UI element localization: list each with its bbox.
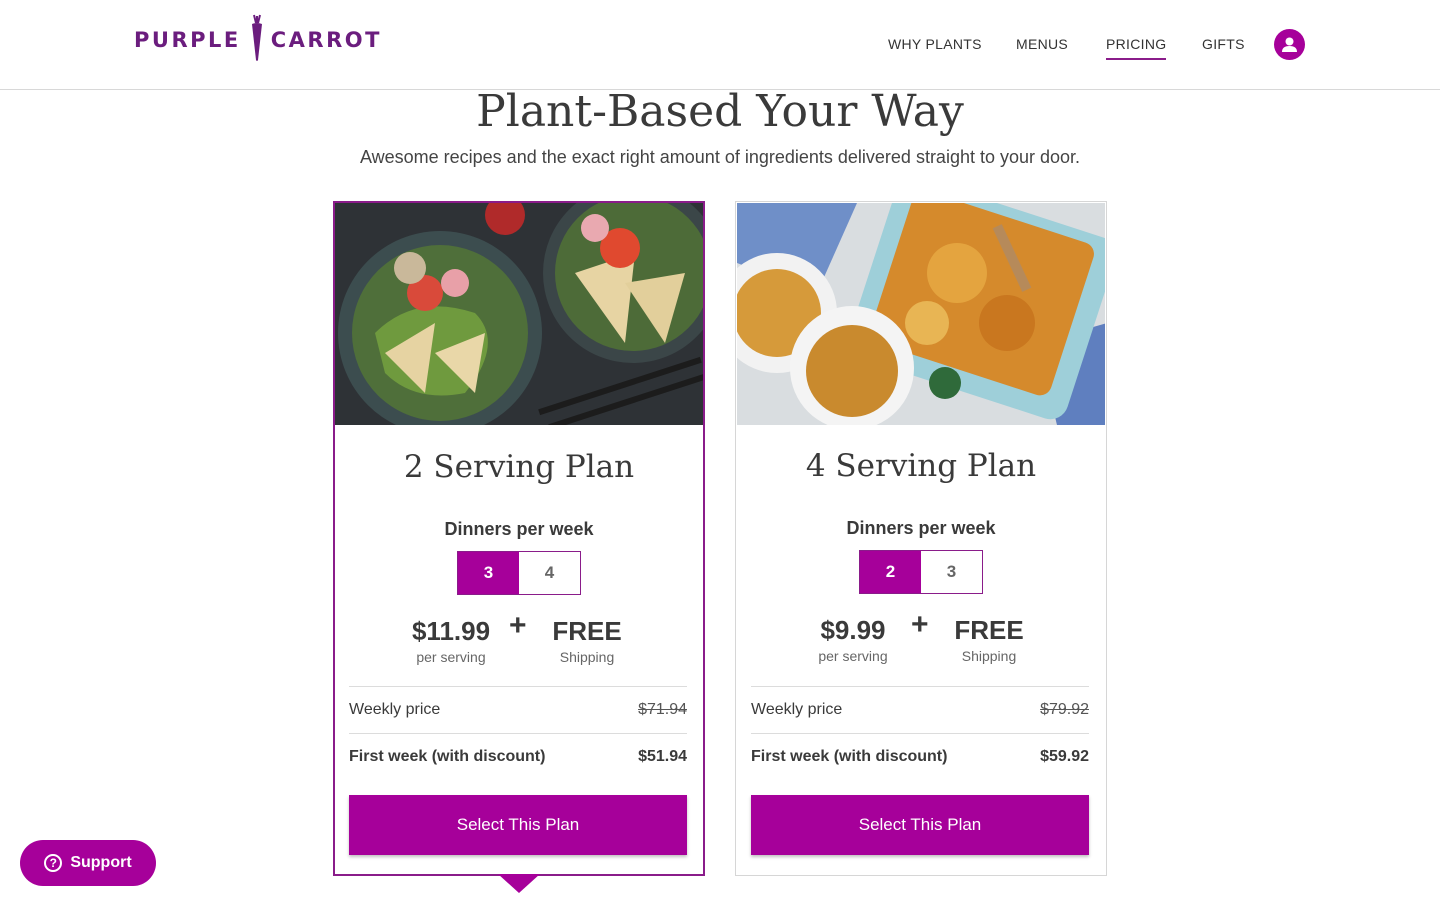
dinners-per-week-label: Dinners per week [846, 518, 996, 538]
plus-sign: + [509, 609, 527, 642]
page-title: Plant-Based Your Way [476, 86, 964, 137]
plan-title: 2 Serving Plan [403, 449, 635, 485]
dinners-option-3[interactable]: 3 [458, 552, 519, 594]
weekly-price-label: Weekly price [751, 701, 843, 718]
dinners-toggle: 2 3 [859, 550, 983, 594]
dinners-toggle: 3 4 [457, 551, 581, 595]
weekly-price-value: $79.92 [1040, 701, 1089, 718]
plan-title: 4 Serving Plan [805, 448, 1037, 484]
first-week-label: First week (with discount) [751, 748, 948, 765]
shipping-label: Shipping [961, 648, 1017, 664]
dinners-option-4[interactable]: 4 [519, 552, 580, 594]
weekly-price-row: Weekly price $79.92 [751, 686, 1089, 733]
nav-why-plants[interactable]: WHY PLANTS [888, 36, 982, 52]
dinners-per-week-label: Dinners per week [444, 519, 594, 539]
plan-image-bowls [335, 203, 703, 425]
account-button[interactable] [1274, 29, 1305, 60]
first-week-value: $59.92 [1040, 748, 1089, 765]
shipping-label: Shipping [559, 649, 615, 665]
shipping-value: FREE [552, 616, 622, 646]
question-icon: ? [44, 854, 63, 872]
nav-menus[interactable]: MENUS [1016, 36, 1068, 52]
first-week-row: First week (with discount) $51.94 [349, 733, 687, 780]
first-week-label: First week (with discount) [349, 748, 546, 765]
first-week-value: $51.94 [638, 748, 687, 765]
select-plan-button[interactable]: Select This Plan [349, 795, 687, 855]
price-value: $11.99 [411, 616, 491, 646]
weekly-price-label: Weekly price [349, 701, 441, 718]
weekly-price-value: $71.94 [638, 701, 687, 718]
shipping-info: FREE Shipping [542, 615, 632, 667]
logo-text-left: PURPLE [134, 28, 241, 52]
select-plan-button[interactable]: Select This Plan [751, 795, 1089, 855]
nav-gifts[interactable]: GIFTS [1202, 36, 1245, 52]
price-per-serving: $11.99 per serving [401, 615, 501, 667]
weekly-price-row: Weekly price $71.94 [349, 686, 687, 733]
selected-plan-pointer [498, 874, 540, 893]
support-button[interactable]: ? Support [20, 840, 156, 886]
first-week-row: First week (with discount) $59.92 [751, 733, 1089, 780]
carrot-icon [250, 14, 264, 67]
plus-sign: + [911, 608, 929, 641]
page-subtitle: Awesome recipes and the exact right amou… [359, 147, 1081, 167]
dinners-option-3[interactable]: 3 [921, 551, 982, 593]
plan-card-2-serving[interactable]: 2 Serving Plan Dinners per week 3 4 $11.… [333, 201, 705, 876]
price-value: $9.99 [820, 615, 886, 645]
price-unit: per serving [818, 648, 888, 664]
nav-pricing[interactable]: PRICING [1106, 36, 1167, 60]
site-header: PURPLE CARROT WHY PLANTS MENUS PRICING G… [0, 0, 1440, 90]
user-icon [1282, 37, 1297, 52]
plan-card-4-serving[interactable]: 4 Serving Plan Dinners per week 2 3 $9.9… [735, 201, 1107, 876]
logo-text-right: CARROT [270, 28, 382, 52]
plan-image-casserole [737, 203, 1105, 425]
support-label: Support [70, 854, 132, 871]
purple-carrot-logo[interactable]: PURPLE CARROT [134, 14, 382, 67]
price-per-serving: $9.99 per serving [803, 614, 903, 666]
shipping-info: FREE Shipping [944, 614, 1034, 666]
dinners-option-2[interactable]: 2 [860, 551, 921, 593]
shipping-value: FREE [954, 615, 1024, 645]
price-unit: per serving [416, 649, 486, 665]
